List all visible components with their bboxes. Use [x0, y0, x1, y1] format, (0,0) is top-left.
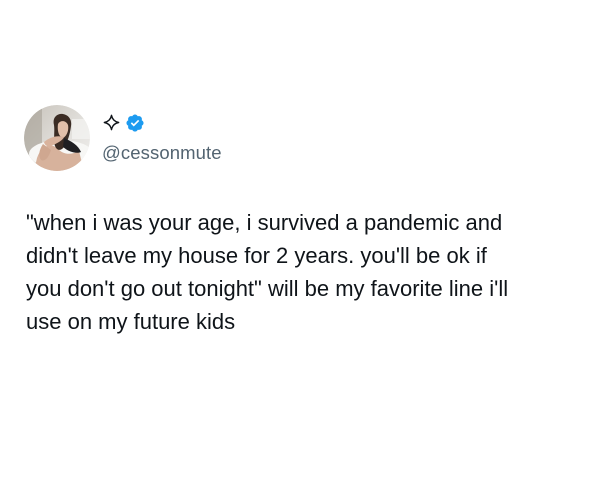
user-handle[interactable]: @cessonmute [102, 142, 222, 164]
tweet-header: @cessonmute [24, 104, 222, 172]
user-meta: @cessonmute [102, 104, 222, 172]
avatar[interactable] [24, 105, 90, 171]
verified-badge-icon [126, 113, 144, 132]
tweet-card: @cessonmute "when i was your age, i surv… [0, 0, 600, 480]
sparkle-icon [103, 114, 120, 131]
display-name-row[interactable] [102, 111, 222, 135]
tweet-text: "when i was your age, i survived a pande… [26, 210, 509, 334]
